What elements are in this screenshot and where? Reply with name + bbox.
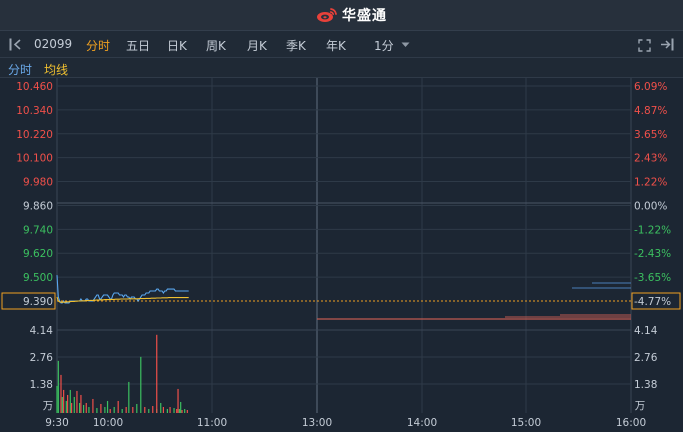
price-tick-label: 9.620 [23, 248, 53, 260]
pct-tick-label: 1.22% [634, 177, 667, 189]
price-tick-label: 10.220 [16, 129, 53, 141]
time-tick-label: 13:00 [302, 417, 332, 429]
volume-unit-label: 万 [43, 400, 54, 412]
time-tick-label: 14:00 [407, 417, 437, 429]
pct-tick-label: 4.87% [634, 105, 667, 117]
price-tick-label: 9.860 [23, 200, 53, 212]
volume-tick-label: 4.14 [30, 325, 54, 337]
pct-tick-label: 2.43% [634, 153, 667, 165]
pct-tick-label: 3.65% [634, 129, 667, 141]
pct-tick-label: -1.22% [634, 224, 671, 236]
intraday-chart: 10.460 6.09% 10.340 4.87% 10.220 3.65% 10.100 2… [1, 78, 681, 429]
time-tick-label: 9:30 [45, 417, 69, 429]
volume-tick-label-right: 1.38 [634, 379, 657, 391]
volume-tick-label: 2.76 [30, 352, 54, 364]
price-tick-label: 9.500 [23, 272, 53, 284]
price-tick-label: 9.390 [23, 296, 53, 308]
volume-unit-label-right: 万 [635, 400, 646, 412]
time-tick-label: 11:00 [197, 417, 227, 429]
time-tick-label: 10:00 [93, 417, 123, 429]
price-tick-label: 9.740 [23, 224, 53, 236]
pct-tick-label: 0.00% [634, 200, 667, 212]
pct-tick-label: 6.09% [634, 81, 667, 93]
app-window: 华盛通 02099 分时 五日 日K 周K 月K 季K 年K 1分 分时 均线 … [0, 0, 683, 432]
time-tick-label: 15:00 [511, 417, 541, 429]
price-tick-label: 9.980 [23, 177, 53, 189]
price-tick-label: 10.100 [16, 153, 53, 165]
volume-tick-label: 1.38 [30, 379, 53, 391]
price-tick-label: 10.340 [16, 105, 53, 117]
pct-tick-label: -4.77% [634, 296, 671, 308]
price-tick-label: 10.460 [16, 81, 53, 93]
volume-tick-label-right: 2.76 [634, 352, 658, 364]
pct-tick-label: -2.43% [634, 248, 671, 260]
pct-tick-label: -3.65% [634, 272, 671, 284]
time-tick-label: 16:00 [616, 417, 646, 429]
volume-tick-label-right: 4.14 [634, 325, 658, 337]
